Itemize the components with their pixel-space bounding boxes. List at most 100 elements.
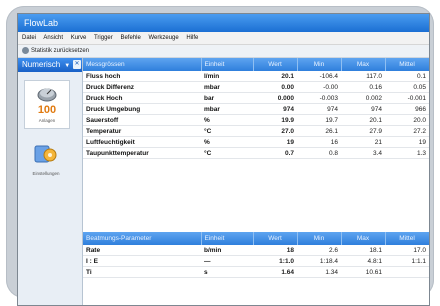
table-row[interactable]: Fluss hoch l/min 20.1 -106.4 117.0 0.1 [83, 71, 429, 82]
cell-name: Fluss hoch [83, 71, 201, 82]
cell-min: 1.34 [297, 266, 341, 278]
column-header[interactable]: Beatmungs-Parameter [83, 232, 202, 245]
menu-bar: Datei Ansicht Kurve Trigger Befehle Werk… [18, 32, 429, 45]
cell-value: 20.1 [253, 71, 297, 82]
sidebar-item-label: Einstellungen [32, 171, 60, 176]
cell-name: Rate [83, 245, 201, 256]
cell-value: 974 [253, 103, 297, 115]
column-header[interactable]: Min [297, 232, 342, 245]
cell-value: 27.0 [253, 125, 297, 137]
cell-mean: 1:1.1 [385, 255, 429, 267]
column-header[interactable]: Einheit [201, 232, 254, 245]
column-header[interactable]: Min [297, 58, 342, 71]
cell-mean: 0.05 [385, 81, 429, 93]
menu-help[interactable]: Hilfe [186, 35, 198, 41]
cell-unit: s [201, 266, 253, 278]
cell-unit: °C [201, 147, 253, 159]
cell-unit: mbar [201, 81, 253, 93]
reset-statistics-button[interactable]: Statistik zurücksetzen [22, 46, 89, 54]
menu-trigger[interactable]: Trigger [94, 35, 113, 41]
cell-name: Temperatur [83, 125, 201, 137]
column-header[interactable]: Max [341, 232, 386, 245]
menu-file[interactable]: Datei [22, 35, 36, 41]
cell-value: 19.9 [253, 114, 297, 126]
sidebar-header[interactable]: Numerisch ▼ ✕ [18, 58, 82, 72]
cell-name: Druck Differenz [83, 81, 201, 93]
table-row[interactable]: Temperatur °C 27.0 26.1 27.9 27.2 [83, 125, 429, 137]
cell-max: 3.4 [341, 147, 385, 159]
ventilation-parameters-table: Beatmungs-Parameter Einheit Wert Min Max… [83, 232, 429, 278]
cell-min: -106.4 [297, 71, 341, 82]
cell-max: 18.1 [341, 245, 385, 256]
column-header[interactable]: Mittel [385, 58, 429, 71]
gauge-icon [37, 88, 57, 102]
menu-curve[interactable]: Kurve [71, 35, 87, 41]
table-row[interactable]: Ti s 1.64 1.34 10.61 [83, 266, 429, 278]
cell-min: 1:18.4 [297, 255, 341, 267]
cell-unit: mbar [201, 103, 253, 115]
column-header[interactable]: Messgrössen [83, 58, 202, 71]
cell-min: 19.7 [297, 114, 341, 126]
cell-max: 21 [341, 136, 385, 148]
toolbar: Statistik zurücksetzen [18, 45, 429, 58]
table-row[interactable]: Druck Differenz mbar 0.00 -0.00 0.16 0.05 [83, 81, 429, 93]
cell-unit: °C [201, 125, 253, 137]
menu-tools[interactable]: Werkzeuge [148, 35, 178, 41]
menu-commands[interactable]: Befehle [120, 35, 140, 41]
cell-mean: 19 [385, 136, 429, 148]
cell-value: 0.00 [253, 81, 297, 93]
column-header[interactable]: Einheit [201, 58, 254, 71]
table-row[interactable]: Luftfeuchtigkeit% 19 16 21 19 [83, 136, 429, 148]
sidebar-item-einstellungen[interactable]: Einstellungen [24, 142, 68, 184]
measurements-table: Messgrössen Einheit Wert Min Max Mittel … [83, 58, 429, 159]
reset-icon [22, 46, 29, 54]
cell-max: 4.8:1 [341, 255, 385, 267]
cell-mean: -0.001 [385, 92, 429, 104]
sidebar-header-label: Numerisch [22, 60, 61, 69]
cell-min: 2.6 [297, 245, 341, 256]
cell-max: 10.61 [341, 266, 385, 278]
table-row[interactable]: Druck Umgebung mbar 974 974 974 966 [83, 103, 429, 115]
cell-name: Druck Umgebung [83, 103, 201, 115]
main-content: Messgrössen Einheit Wert Min Max Mittel … [83, 58, 429, 305]
column-header[interactable]: Max [341, 58, 386, 71]
table-row[interactable]: Sauerstoff% 19.9 19.7 20.1 20.0 [83, 114, 429, 126]
cell-mean: 1.3 [385, 147, 429, 159]
cell-mean [385, 266, 429, 278]
cell-value: 0.000 [253, 92, 297, 104]
column-header[interactable]: Mittel [385, 232, 429, 245]
cell-value: 1.64 [253, 266, 297, 278]
app-window: FlowLab Datei Ansicht Kurve Trigger Befe… [17, 13, 430, 306]
cell-max: 117.0 [341, 71, 385, 82]
cell-min: 26.1 [297, 125, 341, 137]
cell-min: 0.8 [297, 147, 341, 159]
cell-max: 974 [341, 103, 385, 115]
table-row[interactable]: Taupunkttemperatur °C 0.7 0.8 3.4 1.3 [83, 147, 429, 159]
column-header[interactable]: Wert [253, 232, 298, 245]
app-title: FlowLab [24, 18, 59, 28]
cell-mean: 966 [385, 103, 429, 115]
table-row[interactable]: I : E —1:1.0 1:18.4 4.8:1 1:1.1 [83, 255, 429, 267]
cell-mean: 0.1 [385, 71, 429, 82]
table-row[interactable]: Druck Hoch bar 0.000 -0.003 0.002 -0.001 [83, 92, 429, 104]
sidebar-item-value: 100 [37, 104, 57, 116]
cell-value: 18 [253, 245, 297, 256]
cell-unit: % [201, 136, 253, 148]
cell-value: 1:1.0 [253, 255, 297, 267]
cell-min: 16 [297, 136, 341, 148]
cell-unit: bar [201, 92, 253, 104]
column-header[interactable]: Wert [253, 58, 298, 71]
chevron-down-icon: ▼ [64, 63, 71, 69]
cell-min: -0.003 [297, 92, 341, 104]
cell-max: 20.1 [341, 114, 385, 126]
cell-value: 19 [253, 136, 297, 148]
sidebar-item-anlagen[interactable]: 100 Anlagen [24, 80, 70, 129]
cell-max: 0.16 [341, 81, 385, 93]
cell-mean: 27.2 [385, 125, 429, 137]
table-row[interactable]: Rate b/min 18 2.6 18.1 17.0 [83, 245, 429, 256]
close-icon[interactable]: ✕ [73, 60, 81, 69]
sidebar: Numerisch ▼ ✕ 100 Anlagen Einstellungen [18, 58, 83, 305]
menu-view[interactable]: Ansicht [43, 35, 63, 41]
cell-unit: l/min [201, 71, 253, 82]
empty-area [83, 159, 429, 232]
